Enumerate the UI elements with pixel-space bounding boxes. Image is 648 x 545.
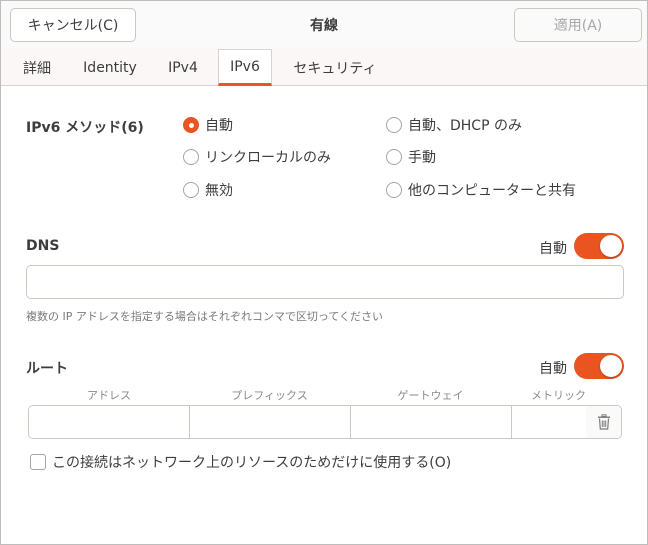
method-shared-label: 他のコンピューターと共有: [408, 183, 576, 199]
method-auto-label: 自動: [205, 118, 233, 134]
radio-checked-icon: [183, 117, 199, 133]
method-shared-radio[interactable]: 他のコンピューターと共有: [386, 180, 576, 200]
switch-knob: [600, 355, 622, 377]
ipv6-method-label: IPv6 メソッド(6): [26, 120, 144, 136]
switch-knob: [600, 235, 622, 257]
method-auto-radio[interactable]: 自動: [183, 115, 233, 135]
method-link-local-radio[interactable]: リンクローカルのみ: [183, 147, 331, 167]
method-auto-dhcp-label: 自動、DHCP のみ: [408, 118, 522, 134]
apply-button[interactable]: 適用(A): [514, 8, 642, 42]
tab-bar: 詳細 Identity IPv4 IPv6 セキュリティ: [1, 49, 647, 86]
method-manual-radio[interactable]: 手動: [386, 147, 436, 167]
dns-auto-switch[interactable]: [574, 233, 624, 259]
route-gateway-input[interactable]: [351, 406, 512, 438]
dns-hint: 複数の IP アドレスを指定する場合はそれぞれコンマで区切ってください: [26, 310, 383, 323]
column-header-prefix: プレフィックス: [231, 389, 308, 402]
dialog-window: キャンセル(C) 有線 適用(A) 詳細 Identity IPv4 IPv6 …: [0, 0, 648, 545]
column-header-address: アドレス: [87, 389, 131, 402]
delete-route-button[interactable]: [586, 406, 621, 438]
method-disabled-radio[interactable]: 無効: [183, 180, 233, 200]
method-auto-dhcp-radio[interactable]: 自動、DHCP のみ: [386, 115, 522, 135]
tab-ipv4[interactable]: IPv4: [157, 49, 209, 86]
route-metric-input[interactable]: [512, 406, 588, 438]
radio-unchecked-icon: [386, 117, 402, 133]
tab-identity[interactable]: Identity: [73, 49, 147, 86]
route-row: [28, 405, 622, 439]
dns-auto-label: 自動: [539, 241, 567, 257]
cancel-button[interactable]: キャンセル(C): [10, 8, 136, 42]
dns-input[interactable]: [26, 265, 624, 299]
dns-label: DNS: [26, 238, 60, 254]
local-only-checkbox[interactable]: [30, 454, 46, 470]
header-bar: キャンセル(C) 有線 適用(A): [1, 1, 647, 49]
method-manual-label: 手動: [408, 150, 436, 166]
route-prefix-input[interactable]: [190, 406, 351, 438]
tab-details[interactable]: 詳細: [11, 49, 63, 86]
tab-security[interactable]: セキュリティ: [282, 49, 388, 86]
radio-unchecked-icon: [386, 182, 402, 198]
column-header-metric: メトリック: [531, 389, 586, 402]
method-disabled-label: 無効: [205, 183, 233, 199]
route-address-input[interactable]: [29, 406, 190, 438]
local-only-label: この接続はネットワーク上のリソースのためだけに使用する(O): [52, 455, 452, 471]
radio-unchecked-icon: [386, 149, 402, 165]
tab-ipv6[interactable]: IPv6: [218, 49, 272, 86]
routes-label: ルート: [26, 361, 68, 377]
radio-unchecked-icon: [183, 149, 199, 165]
trash-icon: [597, 414, 610, 430]
routes-auto-label: 自動: [539, 361, 567, 377]
method-link-local-label: リンクローカルのみ: [205, 150, 331, 166]
column-header-gateway: ゲートウェイ: [397, 389, 464, 402]
local-only-checkbox-row[interactable]: この接続はネットワーク上のリソースのためだけに使用する(O): [30, 452, 451, 472]
radio-unchecked-icon: [183, 182, 199, 198]
routes-auto-switch[interactable]: [574, 353, 624, 379]
